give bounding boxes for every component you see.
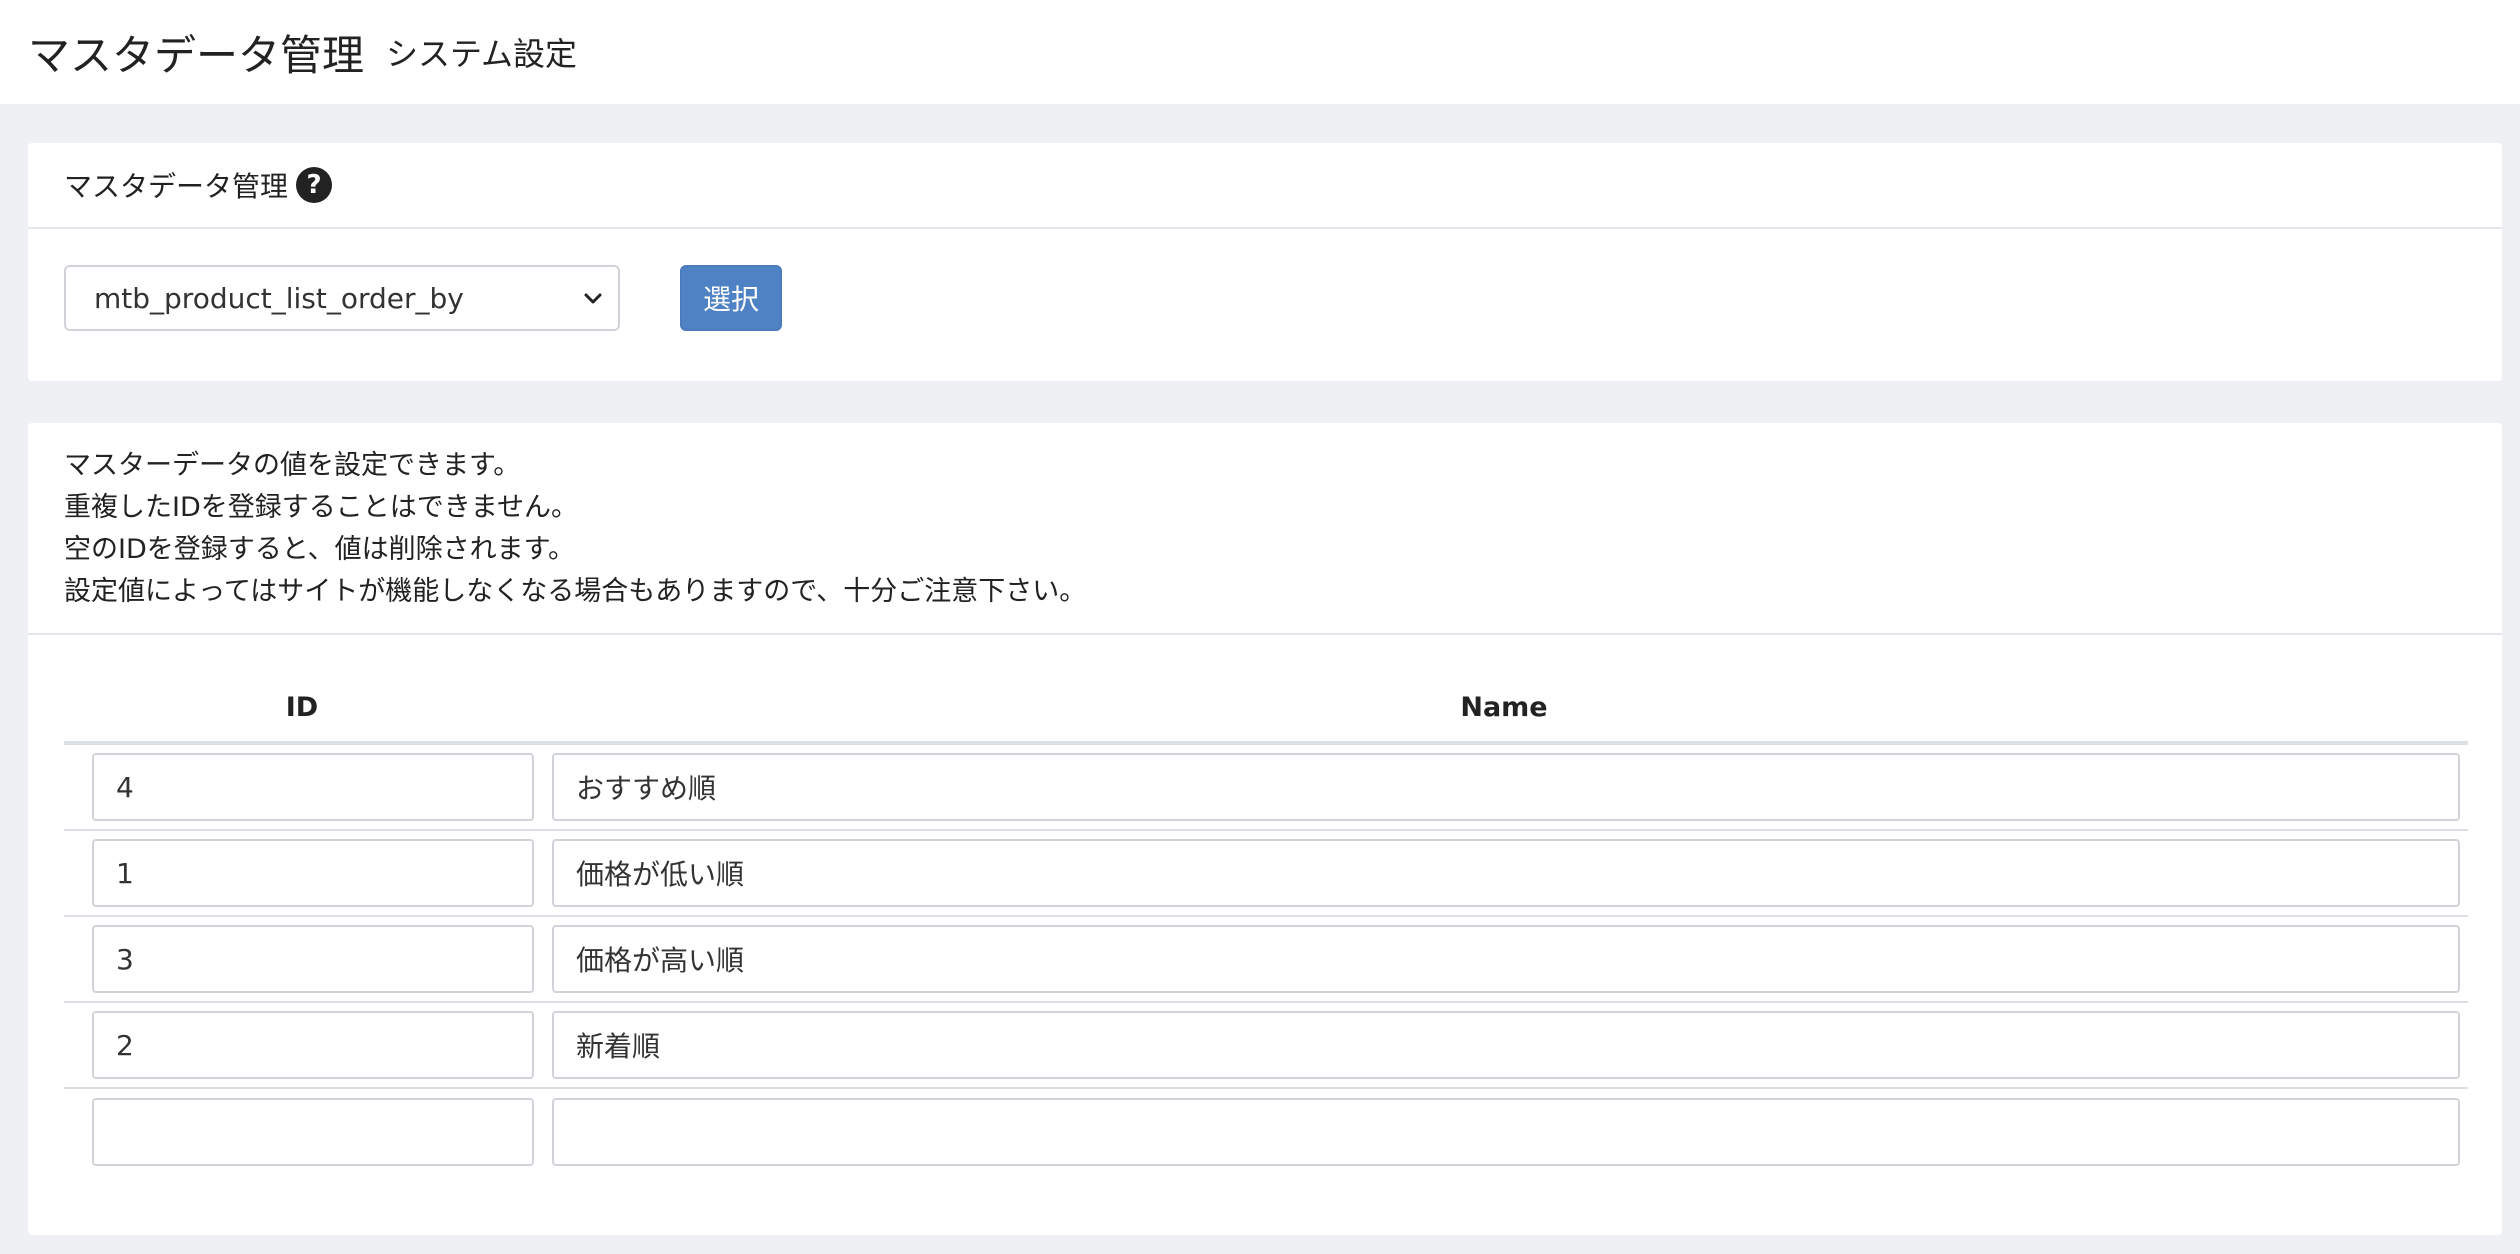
master-data-table: ID Name 4 おすすめ順 1 価格が低い順 3 価格が高い順 2 新着順: [64, 635, 2468, 1175]
table-row-new: [64, 1089, 2468, 1175]
notice-line: 空のIDを登録すると、値は削除されます。: [64, 534, 575, 565]
name-input[interactable]: おすすめ順: [552, 753, 2460, 821]
table-header: ID Name: [64, 635, 2468, 745]
new-name-input[interactable]: [552, 1098, 2460, 1166]
chevron-down-icon: [584, 293, 602, 304]
card-header: マスタデータ管理 ?: [28, 143, 2502, 229]
id-input[interactable]: 1: [92, 839, 534, 907]
name-input[interactable]: 新着順: [552, 1011, 2460, 1079]
id-input[interactable]: 4: [92, 753, 534, 821]
column-header-name: Name: [1460, 692, 1548, 723]
id-input[interactable]: 2: [92, 1011, 534, 1079]
notice-line: マスターデータの値を設定できます。: [64, 450, 521, 481]
master-data-edit-card: マスターデータの値を設定できます。 重複したIDを登録することはできません。 空…: [28, 423, 2502, 1235]
notice-line: 設定値によってはサイトが機能しなくなる場合もありますので、十分ご注意下さい。: [64, 576, 1087, 607]
question-circle-icon[interactable]: ?: [296, 167, 333, 203]
card-title: マスタデータ管理: [64, 170, 289, 203]
master-data-selector-card: マスタデータ管理 ? mtb_product_list_order_by 選択: [28, 143, 2502, 381]
page-title: マスタデータ管理: [28, 30, 365, 80]
column-header-id: ID: [285, 692, 319, 723]
select-row: mtb_product_list_order_by 選択: [28, 229, 2502, 331]
page-subtitle: システム設定: [386, 35, 578, 73]
table-row: 4 おすすめ順: [64, 745, 2468, 831]
name-input[interactable]: 価格が低い順: [552, 839, 2460, 907]
notice-line: 重複したIDを登録することはできません。: [64, 492, 578, 523]
table-row: 2 新着順: [64, 1003, 2468, 1089]
master-table-select[interactable]: mtb_product_list_order_by: [64, 265, 620, 331]
page-header: マスタデータ管理 システム設定: [0, 0, 2520, 104]
new-id-input[interactable]: [92, 1098, 534, 1166]
name-input[interactable]: 価格が高い順: [552, 925, 2460, 993]
id-input[interactable]: 3: [92, 925, 534, 993]
notice-text: マスターデータの値を設定できます。 重複したIDを登録することはできません。 空…: [28, 423, 2502, 635]
table-row: 3 価格が高い順: [64, 917, 2468, 1003]
table-row: 1 価格が低い順: [64, 831, 2468, 917]
select-button[interactable]: 選択: [680, 265, 782, 331]
select-value: mtb_product_list_order_by: [94, 281, 464, 315]
